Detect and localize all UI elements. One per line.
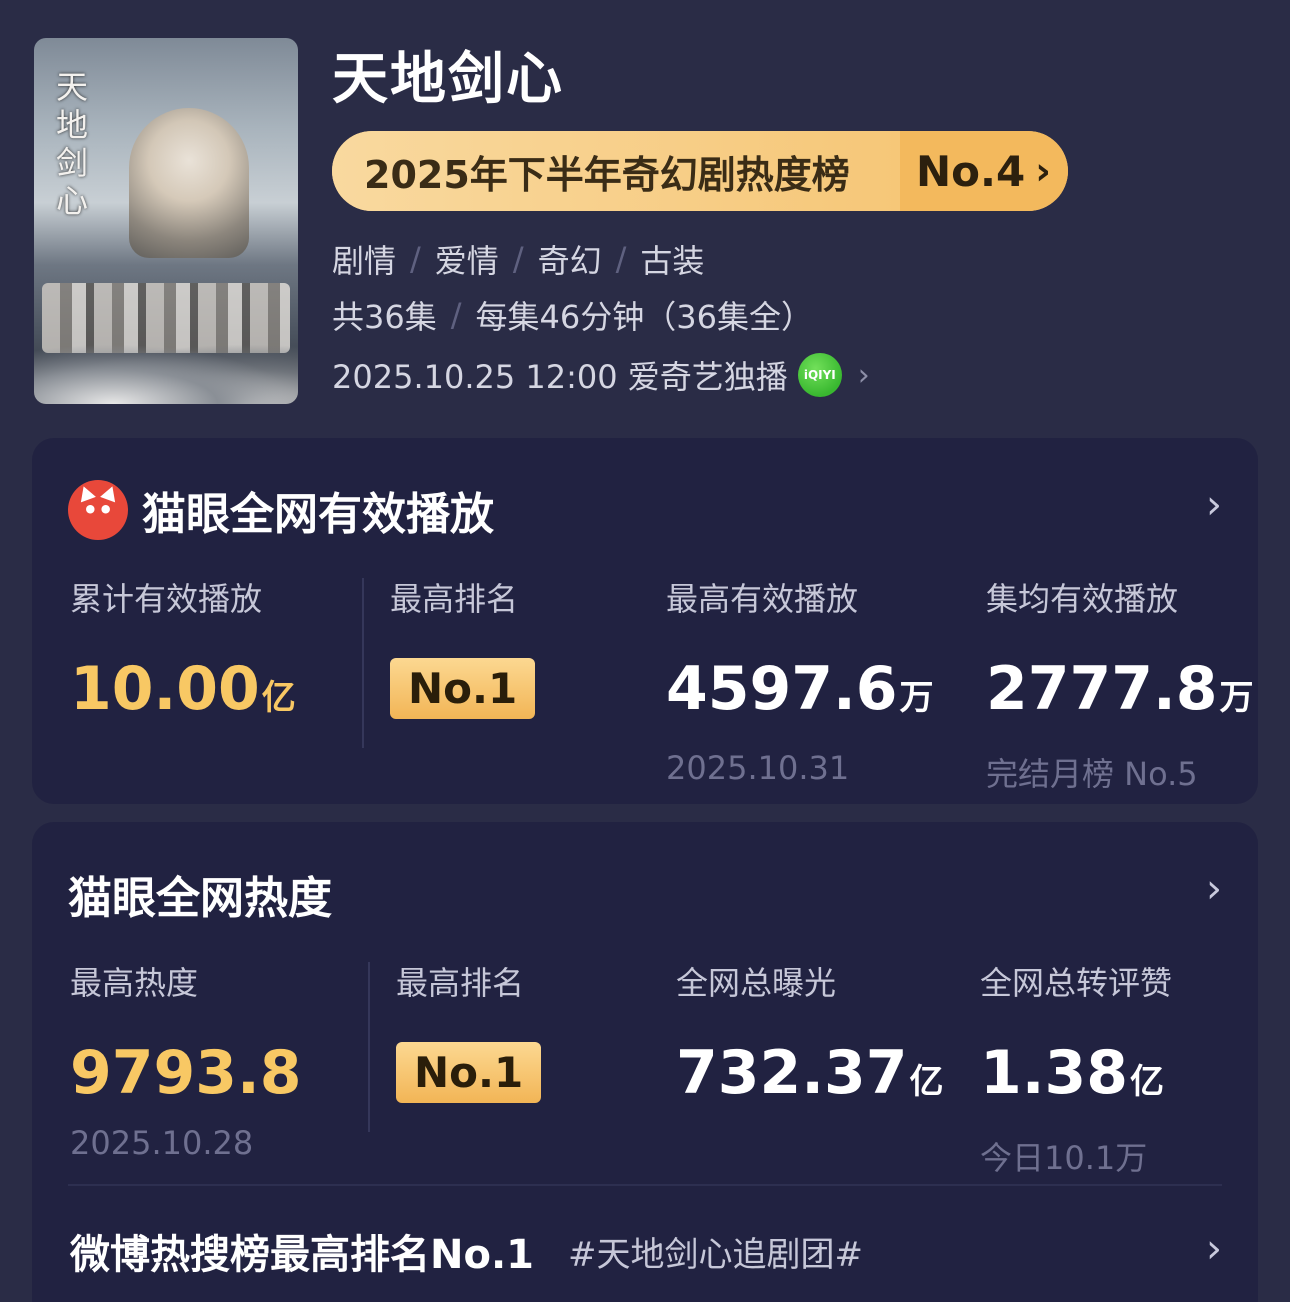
stat-value: 4597.6万 [666, 654, 934, 733]
stat-cumulative-play: 累计有效播放 10.00亿 [70, 574, 296, 733]
episode-count: 共36集 [332, 298, 437, 336]
weibo-rank-text: 微博热搜榜最高排名No.1 [70, 1232, 534, 1278]
stat-average-play: 集均有效播放 2777.8万 完结月榜 No.5 [986, 574, 1254, 795]
stat-label: 全网总转评赞 [980, 964, 1173, 1002]
maoyan-cat-icon: •• [68, 480, 128, 540]
poster-image[interactable]: 天地剑心 [34, 38, 298, 404]
card-header[interactable]: 猫眼全网热度 [68, 862, 332, 926]
genre-tag: 古装 [640, 242, 705, 280]
iqiyi-logo-icon: iQIYI [797, 353, 842, 397]
stat-date: 2025.10.28 [70, 1124, 254, 1162]
effective-play-card: •• 猫眼全网有效播放 › 累计有效播放 10.00亿 最高排名 No.1 最高… [32, 438, 1258, 804]
heat-card: 猫眼全网热度 › 最高热度 9793.8 2025.10.28 最高排名 No.… [32, 822, 1258, 1302]
stat-number: 1.38 [980, 1038, 1129, 1108]
weibo-hashtag[interactable]: #天地剑心追剧团# [568, 1227, 863, 1276]
poster-calligraphy: 天地剑心 [56, 68, 89, 220]
stat-label: 最高热度 [70, 964, 199, 1002]
stat-label: 最高有效播放 [666, 580, 859, 618]
stat-top-rank: 最高排名 No.1 [390, 574, 536, 719]
column-divider [362, 578, 364, 748]
poster-hero-figure [129, 108, 249, 258]
divider-slash: / [615, 240, 627, 278]
stat-peak-heat: 最高热度 9793.8 2025.10.28 [70, 958, 302, 1162]
stat-unit: 亿 [909, 1062, 944, 1102]
genre-tag: 爱情 [434, 242, 499, 280]
stat-engagement: 全网总转评赞 1.38亿 今日10.1万 [980, 958, 1172, 1179]
stat-number: 4597.6 [666, 654, 898, 724]
card-title: 猫眼全网有效播放 [142, 489, 494, 540]
chevron-right-icon: › [1035, 149, 1051, 193]
stat-value: 10.00亿 [70, 654, 296, 733]
row-divider [68, 1184, 1222, 1186]
rank-pill-label: 2025年下半年奇幻剧热度榜 [332, 131, 900, 211]
stat-label: 累计有效播放 [70, 580, 263, 618]
stat-label: 最高排名 [390, 580, 519, 618]
genre-tag: 奇幻 [537, 242, 602, 280]
divider-slash: / [512, 240, 524, 278]
column-divider [368, 962, 370, 1132]
stat-value: 2777.8万 [986, 654, 1254, 733]
stat-unit: 亿 [261, 678, 296, 718]
stat-unit: 万 [899, 678, 934, 718]
chevron-right-icon[interactable]: › [1206, 1226, 1222, 1272]
stat-subtext: 今日10.1万 [980, 1139, 1148, 1177]
release-text: 2025.10.25 12:00 爱奇艺独播 [332, 358, 788, 396]
rank-pill-value-wrap: No.4 › [900, 131, 1068, 211]
stat-unit: 亿 [1130, 1062, 1165, 1102]
stat-label: 集均有效播放 [986, 580, 1179, 618]
stat-unit: 万 [1219, 678, 1254, 718]
stat-peak-play: 最高有效播放 4597.6万 2025.10.31 [666, 574, 934, 787]
stat-label: 全网总曝光 [676, 964, 837, 1002]
rank-pill-value: No.4 [916, 146, 1026, 196]
release-info[interactable]: 2025.10.25 12:00 爱奇艺独播 iQIYI › [332, 352, 870, 398]
episode-detail: 每集46分钟（36集全） [475, 298, 813, 336]
rank-badge: No.1 [390, 658, 536, 719]
stat-number: 732.37 [676, 1038, 908, 1108]
divider-slash: / [450, 296, 462, 334]
show-title: 天地剑心 [332, 47, 564, 112]
stat-value: 732.37亿 [676, 1038, 944, 1117]
card-header[interactable]: •• 猫眼全网有效播放 [68, 478, 494, 542]
rank-pill[interactable]: 2025年下半年奇幻剧热度榜 No.4 › [332, 131, 1068, 211]
divider-slash: / [410, 240, 421, 278]
genre-list: 剧情 / 爱情 / 奇幻 / 古装 [332, 236, 704, 282]
stat-top-rank: 最高排名 No.1 [396, 958, 542, 1103]
poster-waves [34, 344, 298, 404]
stat-total-exposure: 全网总曝光 732.37亿 [676, 958, 944, 1117]
rank-badge: No.1 [396, 1042, 542, 1103]
stat-subtext: 完结月榜 No.5 [986, 755, 1198, 793]
card-title: 猫眼全网热度 [68, 873, 332, 924]
episode-info: 共36集 / 每集46分钟（36集全） [332, 292, 813, 338]
chevron-right-icon[interactable]: › [1206, 866, 1222, 912]
stat-label: 最高排名 [396, 964, 525, 1002]
genre-tag: 剧情 [332, 242, 397, 280]
stat-date: 2025.10.31 [666, 749, 850, 787]
weibo-hot-search-row[interactable]: 微博热搜榜最高排名No.1 #天地剑心追剧团# [70, 1222, 863, 1280]
stat-number: 10.00 [70, 654, 260, 724]
chevron-right-icon[interactable]: › [1206, 482, 1222, 528]
chevron-right-icon: › [857, 357, 870, 393]
stat-number: 2777.8 [986, 654, 1218, 724]
stat-value: 9793.8 [70, 1038, 302, 1108]
poster-cast-row [42, 283, 290, 353]
stat-value: 1.38亿 [980, 1038, 1172, 1117]
